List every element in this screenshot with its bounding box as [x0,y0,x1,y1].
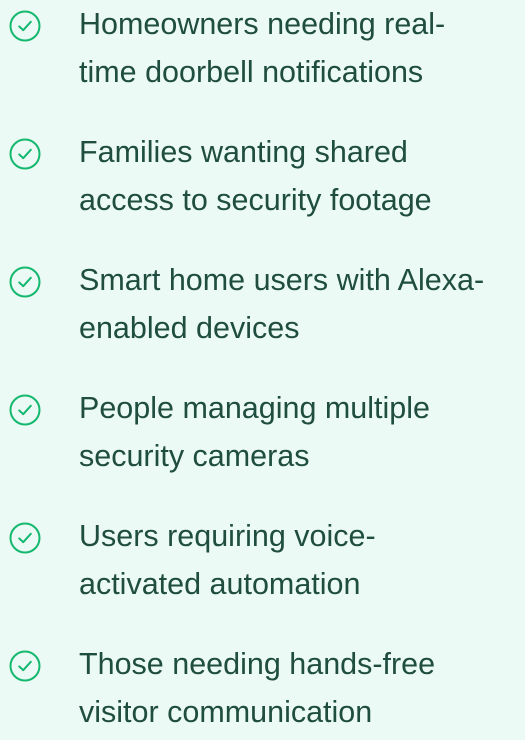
list-item-line: activated automation [79,567,361,601]
list-item-line: Families wanting shared [79,135,408,169]
list-item: People managing multiple security camera… [0,384,525,484]
list-item-line: Homeowners needing real- [79,7,446,41]
check-circle-icon [9,650,41,682]
list-item-text: Homeowners needing real- time doorbell n… [79,0,519,96]
list-item: Homeowners needing real- time doorbell n… [0,0,525,100]
list-item: Users requiring voice- activated automat… [0,512,525,612]
list-item-line: Users requiring voice- [79,519,376,553]
list-item-line: time doorbell notifications [79,55,424,89]
list-item: Families wanting shared access to securi… [0,128,525,228]
list-item-line: visitor communication [79,695,373,729]
list-item: Those needing hands-free visitor communi… [0,640,525,740]
check-circle-icon [9,394,41,426]
check-circle-icon [9,10,41,42]
list-item-text: Smart home users with Alexa- enabled dev… [79,256,519,352]
list-item-line: security cameras [79,439,310,473]
check-circle-icon [9,522,41,554]
list-item-line: Those needing hands-free [79,647,436,681]
list-item-line: enabled devices [79,311,300,345]
check-circle-icon [9,266,41,298]
list-item-text: People managing multiple security camera… [79,384,519,480]
list-item-text: Those needing hands-free visitor communi… [79,640,519,736]
list-item-line: access to security footage [79,183,432,217]
check-circle-icon [9,138,41,170]
list-item-text: Families wanting shared access to securi… [79,128,519,224]
list-item-text: Users requiring voice- activated automat… [79,512,519,608]
list-item: Smart home users with Alexa- enabled dev… [0,256,525,356]
list-item-line: People managing multiple [79,391,430,425]
audience-checklist: Homeowners needing real- time doorbell n… [0,0,525,729]
list-item-line: Smart home users with Alexa- [79,263,485,297]
